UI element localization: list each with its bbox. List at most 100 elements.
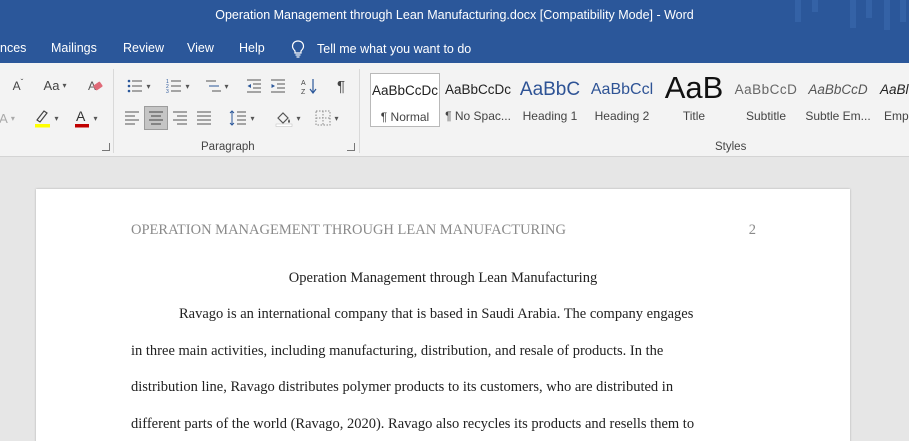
document-page[interactable]: OPERATION MANAGEMENT THROUGH LEAN MANUFA… <box>36 189 850 441</box>
title-bar: Operation Management through Lean Manufa… <box>0 0 909 32</box>
text-effects-icon: A <box>0 110 8 126</box>
title-bar-decoration <box>866 0 872 18</box>
style-name: Heading 1 <box>522 109 578 123</box>
group-separator <box>113 69 114 153</box>
style-sample: AaBl <box>880 82 909 97</box>
tell-me-search[interactable]: Tell me what you want to do <box>291 40 471 58</box>
align-center-button[interactable] <box>144 106 168 130</box>
body-text-line: in three main activities, including manu… <box>131 343 664 359</box>
style-sample: AaBbCcl <box>590 81 654 98</box>
ribbon: Aˇ Aa ▾ A A ▾ ▾ A ▾ ▾ 1 2 3 ▾ ▾ A Z ¶ ▾ … <box>0 63 909 157</box>
tab-help[interactable]: Help <box>239 41 265 55</box>
numbering-button[interactable]: 123 ▾ <box>161 75 195 97</box>
svg-text:Z: Z <box>301 89 306 95</box>
style-emphasis[interactable]: AaBl Emp <box>875 73 909 127</box>
style-sample: AaBbCcDc <box>444 82 512 97</box>
style-name: Subtitle <box>745 109 787 123</box>
style-name: Emp <box>884 109 909 123</box>
align-right-button[interactable] <box>170 107 190 129</box>
paragraph-group-label: Paragraph <box>201 141 255 153</box>
style-sample: AaBbCcD <box>734 82 798 97</box>
justify-icon <box>197 111 211 125</box>
pilcrow-icon: ¶ <box>336 77 346 95</box>
chevron-down-icon: ▾ <box>185 81 190 91</box>
font-dialog-launcher-icon[interactable] <box>102 143 110 151</box>
highlight-color-button[interactable]: ▾ <box>30 107 62 129</box>
chevron-down-icon: ▾ <box>10 113 15 123</box>
change-case-icon: Aa <box>43 77 60 93</box>
clear-formatting-button[interactable]: A <box>85 75 105 95</box>
title-bar-decoration <box>884 0 890 30</box>
decrease-indent-icon <box>247 79 261 93</box>
align-left-button[interactable] <box>122 107 142 129</box>
chevron-down-icon: ▾ <box>224 81 229 91</box>
paint-bucket-icon <box>276 112 293 127</box>
svg-text:A: A <box>76 108 86 124</box>
line-spacing-icon <box>230 110 247 126</box>
decrease-indent-button[interactable] <box>244 75 264 97</box>
chevron-down-icon: ▾ <box>250 113 255 123</box>
ribbon-tabs: nces Mailings Review View Help Tell me w… <box>0 32 909 63</box>
style-sample: AaBbCcD <box>808 82 868 97</box>
style-subtle-emphasis[interactable]: AaBbCcD Subtle Em... <box>803 73 873 127</box>
title-bar-decoration <box>850 0 856 28</box>
lightbulb-icon <box>291 40 305 58</box>
multilevel-list-icon <box>206 80 222 92</box>
align-left-icon <box>125 111 139 125</box>
chevron-down-icon: ▾ <box>334 113 339 123</box>
style-heading-2[interactable]: AaBbCcl Heading 2 <box>587 73 657 127</box>
font-color-button[interactable]: A ▾ <box>70 107 102 129</box>
tab-mailings[interactable]: Mailings <box>51 41 97 55</box>
tab-review[interactable]: Review <box>123 41 164 55</box>
shrink-font-button[interactable]: Aˇ <box>8 75 28 95</box>
highlighter-icon <box>35 110 51 128</box>
body-text-line: distribution line, Ravago distributes po… <box>131 379 674 395</box>
text-effects-button[interactable]: A ▾ <box>0 108 15 128</box>
window-title: Operation Management through Lean Manufa… <box>215 8 694 22</box>
svg-text:3: 3 <box>166 89 169 94</box>
chevron-down-icon: ▾ <box>296 113 301 123</box>
tab-references[interactable]: nces <box>0 41 26 55</box>
group-separator <box>359 69 360 153</box>
shrink-font-icon: Aˇ <box>12 77 24 93</box>
running-head: OPERATION MANAGEMENT THROUGH LEAN MANUFA… <box>131 222 566 238</box>
increase-indent-button[interactable] <box>268 75 288 97</box>
align-right-icon <box>173 111 187 125</box>
style-name: ¶ Normal <box>380 110 430 124</box>
tab-view[interactable]: View <box>187 41 214 55</box>
style-title[interactable]: AaB Title <box>659 73 729 127</box>
show-formatting-marks-button[interactable]: ¶ <box>331 75 351 97</box>
bullets-icon <box>128 79 143 93</box>
sort-icon: AZ <box>301 79 317 95</box>
style-sample: AaBbCcDc <box>371 83 439 98</box>
page-number: 2 <box>748 222 756 238</box>
change-case-button[interactable]: Aa ▾ <box>38 75 72 95</box>
align-center-icon <box>149 111 163 125</box>
style-heading-1[interactable]: AaBbC Heading 1 <box>515 73 585 127</box>
styles-group-label: Styles <box>715 141 747 153</box>
numbering-icon: 123 <box>166 79 182 94</box>
svg-text:A: A <box>301 80 306 87</box>
sort-button[interactable]: AZ <box>299 75 321 97</box>
body-text-line: different parts of the world (Ravago, 20… <box>131 416 695 432</box>
chevron-down-icon: ▾ <box>146 81 151 91</box>
borders-icon <box>315 110 331 126</box>
title-bar-decoration <box>812 0 818 12</box>
bullets-button[interactable]: ▾ <box>122 75 156 97</box>
style-subtitle[interactable]: AaBbCcD Subtitle <box>731 73 801 127</box>
increase-indent-icon <box>271 79 285 93</box>
paragraph-dialog-launcher-icon[interactable] <box>347 143 355 151</box>
style-name: Heading 2 <box>594 109 650 123</box>
shading-button[interactable]: ▾ <box>271 107 305 129</box>
chevron-down-icon: ▾ <box>54 113 59 123</box>
borders-button[interactable]: ▾ <box>310 107 344 129</box>
style-normal[interactable]: AaBbCcDc ¶ Normal <box>370 73 440 127</box>
document-canvas[interactable]: OPERATION MANAGEMENT THROUGH LEAN MANUFA… <box>0 158 909 441</box>
body-text-line: Ravago is an international company that … <box>179 306 694 322</box>
justify-button[interactable] <box>194 107 214 129</box>
style-name: ¶ No Spac... <box>445 109 511 123</box>
style-no-spacing[interactable]: AaBbCcDc ¶ No Spac... <box>443 73 513 127</box>
multilevel-list-button[interactable]: ▾ <box>200 75 234 97</box>
style-sample: AaBbC <box>519 79 581 100</box>
line-spacing-button[interactable]: ▾ <box>225 107 259 129</box>
